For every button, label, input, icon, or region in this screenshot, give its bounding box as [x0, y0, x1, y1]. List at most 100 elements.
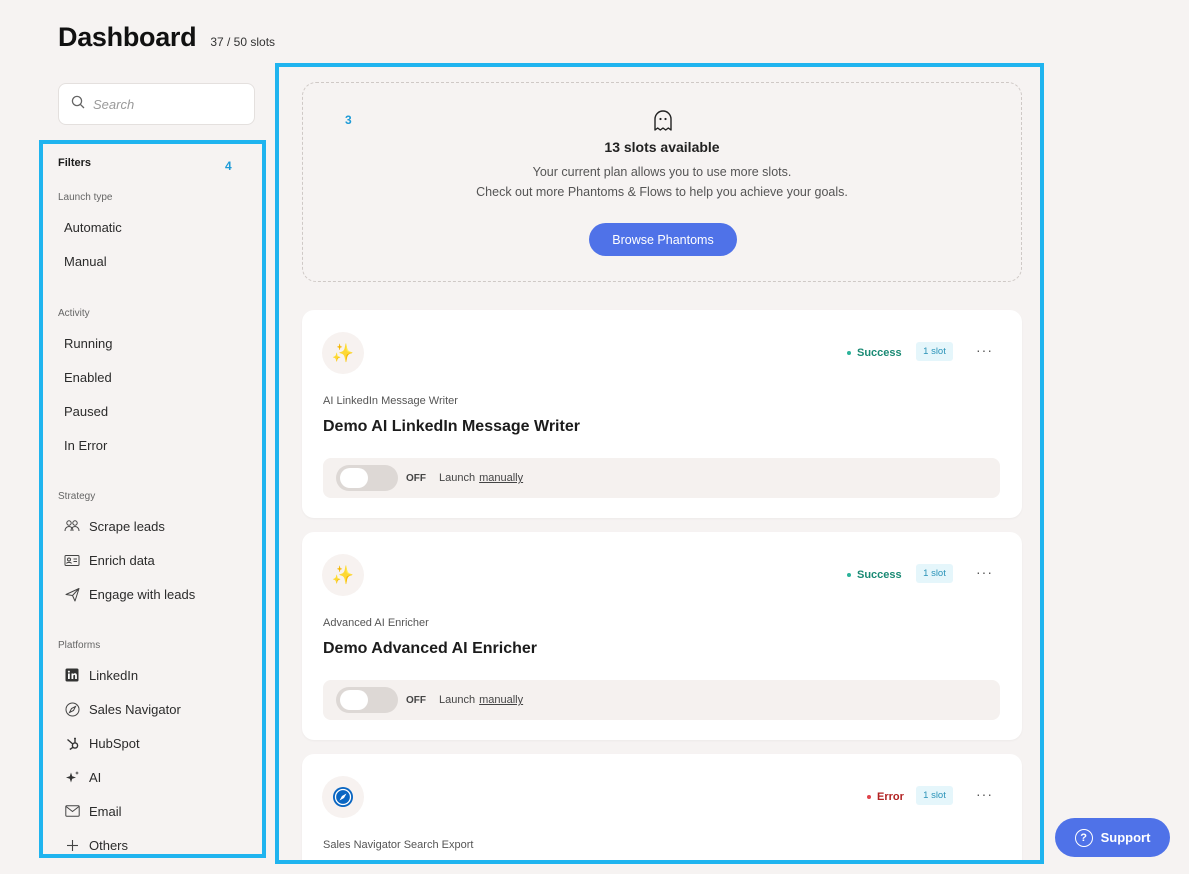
- filters-panel: Filters Launch type Automatic Manual Act…: [44, 145, 261, 853]
- compass-icon: [64, 701, 80, 717]
- status-dot-icon: [867, 795, 871, 799]
- more-options-button[interactable]: ···: [976, 342, 993, 358]
- status-text: Error: [877, 791, 904, 803]
- auto-launch-toggle[interactable]: [336, 687, 398, 713]
- filter-automatic[interactable]: Automatic: [64, 220, 122, 235]
- filter-email[interactable]: Email: [64, 803, 122, 819]
- linkedin-icon: [64, 667, 80, 683]
- slot-badge: 1 slot: [916, 342, 953, 361]
- support-button[interactable]: ? Support: [1055, 818, 1170, 857]
- launch-settings: OFF Launch manually: [323, 458, 1000, 498]
- filter-label: In Error: [64, 438, 108, 453]
- filter-label: Engage with leads: [89, 586, 196, 602]
- slots-available-card: 3 13 slots available Your current plan a…: [302, 82, 1022, 282]
- status-badge: Error: [867, 791, 904, 803]
- activity-label: Activity: [58, 308, 90, 319]
- toggle-knob: [340, 690, 368, 710]
- search-icon: [71, 95, 85, 114]
- status-dot-icon: [847, 351, 851, 355]
- slots-plan-text: Your current plan allows you to use more…: [532, 165, 792, 179]
- phantom-name[interactable]: Demo AI LinkedIn Message Writer: [323, 418, 580, 436]
- paper-plane-icon: [64, 586, 80, 602]
- filters-title: Filters: [58, 157, 92, 169]
- envelope-icon: [64, 803, 80, 819]
- phantom-type: AI LinkedIn Message Writer: [323, 395, 458, 407]
- sparkle-icon: [64, 769, 80, 785]
- filter-paused[interactable]: Paused: [64, 404, 108, 419]
- filter-label: Others: [89, 837, 129, 853]
- filter-sales-navigator[interactable]: Sales Navigator: [64, 701, 181, 717]
- page-header: Dashboard 37 / 50 slots: [58, 22, 275, 53]
- filter-ai[interactable]: AI: [64, 769, 101, 785]
- users-icon: [64, 518, 80, 534]
- phantom-card[interactable]: ✨ Success 1 slot ··· AI LinkedIn Message…: [302, 310, 1022, 518]
- browse-phantoms-button[interactable]: Browse Phantoms: [589, 223, 737, 256]
- support-label: Support: [1100, 830, 1151, 845]
- search-box[interactable]: [58, 83, 255, 125]
- phantom-type: Advanced AI Enricher: [323, 617, 429, 629]
- launch-manually-link[interactable]: manually: [479, 694, 523, 706]
- filter-label: Manual: [64, 254, 107, 269]
- status-text: Success: [857, 569, 902, 581]
- sparkles-icon: ✨: [322, 554, 364, 596]
- filter-running[interactable]: Running: [64, 336, 112, 351]
- filter-others[interactable]: Others: [64, 837, 128, 853]
- status-badge: Success: [847, 569, 902, 581]
- toggle-state: OFF: [406, 472, 426, 484]
- ghost-icon: [652, 109, 674, 138]
- status-dot-icon: [847, 573, 851, 577]
- filter-hubspot[interactable]: HubSpot: [64, 735, 140, 751]
- slot-badge: 1 slot: [916, 564, 953, 583]
- toggle-knob: [340, 468, 368, 488]
- launch-settings: OFF Launch manually: [323, 680, 1000, 720]
- filter-label: Email: [89, 803, 122, 819]
- strategy-label: Strategy: [58, 491, 96, 502]
- more-options-button[interactable]: ···: [976, 786, 993, 802]
- filter-enrich-data[interactable]: Enrich data: [64, 552, 155, 568]
- help-icon: ?: [1074, 828, 1093, 847]
- filter-in-error[interactable]: In Error: [64, 438, 107, 453]
- filter-engage-with-leads[interactable]: Engage with leads: [64, 586, 195, 602]
- slot-badge: 1 slot: [916, 786, 953, 805]
- filter-label: Automatic: [64, 220, 122, 235]
- filter-label: HubSpot: [89, 735, 140, 751]
- sparkles-icon: ✨: [322, 332, 364, 374]
- phantom-card[interactable]: Error 1 slot ··· Sales Navigator Search …: [302, 754, 1022, 860]
- status-text: Success: [857, 347, 902, 359]
- platforms-label: Platforms: [58, 640, 101, 651]
- filter-label: Enrich data: [89, 552, 155, 568]
- more-options-button[interactable]: ···: [976, 564, 993, 580]
- filter-label: LinkedIn: [89, 667, 139, 683]
- filter-scrape-leads[interactable]: Scrape leads: [64, 518, 165, 534]
- slot-usage: 37 / 50 slots: [210, 35, 276, 49]
- filter-label: Sales Navigator: [89, 701, 181, 717]
- plus-icon: [64, 837, 80, 853]
- annotation-number-3: 3: [345, 113, 352, 127]
- filter-label: Running: [64, 336, 113, 351]
- status-badge: Success: [847, 347, 902, 359]
- launch-text: Launch: [439, 694, 476, 706]
- slots-cta-text: Check out more Phantoms & Flows to help …: [476, 185, 848, 199]
- search-input[interactable]: [93, 96, 233, 112]
- page-title: Dashboard: [58, 22, 197, 52]
- filter-label: Enabled: [64, 370, 112, 385]
- filter-linkedin[interactable]: LinkedIn: [64, 667, 138, 683]
- hubspot-icon: [64, 735, 80, 751]
- phantom-type: Sales Navigator Search Export: [323, 839, 474, 851]
- phantom-name[interactable]: Demo Advanced AI Enricher: [323, 640, 537, 658]
- filter-manual[interactable]: Manual: [64, 254, 107, 269]
- filter-label: Paused: [64, 404, 109, 419]
- filter-enabled[interactable]: Enabled: [64, 370, 112, 385]
- compass-icon: [322, 776, 364, 818]
- launch-text: Launch: [439, 472, 476, 484]
- id-card-icon: [64, 552, 80, 568]
- phantom-card[interactable]: ✨ Success 1 slot ··· Advanced AI Enriche…: [302, 532, 1022, 740]
- slots-available-title: 13 slots available: [604, 139, 720, 155]
- filter-label: Scrape leads: [89, 518, 165, 534]
- filter-label: AI: [89, 769, 102, 785]
- launch-manually-link[interactable]: manually: [479, 472, 523, 484]
- toggle-state: OFF: [406, 694, 426, 706]
- phantom-list: 3 13 slots available Your current plan a…: [280, 68, 1040, 860]
- auto-launch-toggle[interactable]: [336, 465, 398, 491]
- launch-type-label: Launch type: [58, 192, 113, 203]
